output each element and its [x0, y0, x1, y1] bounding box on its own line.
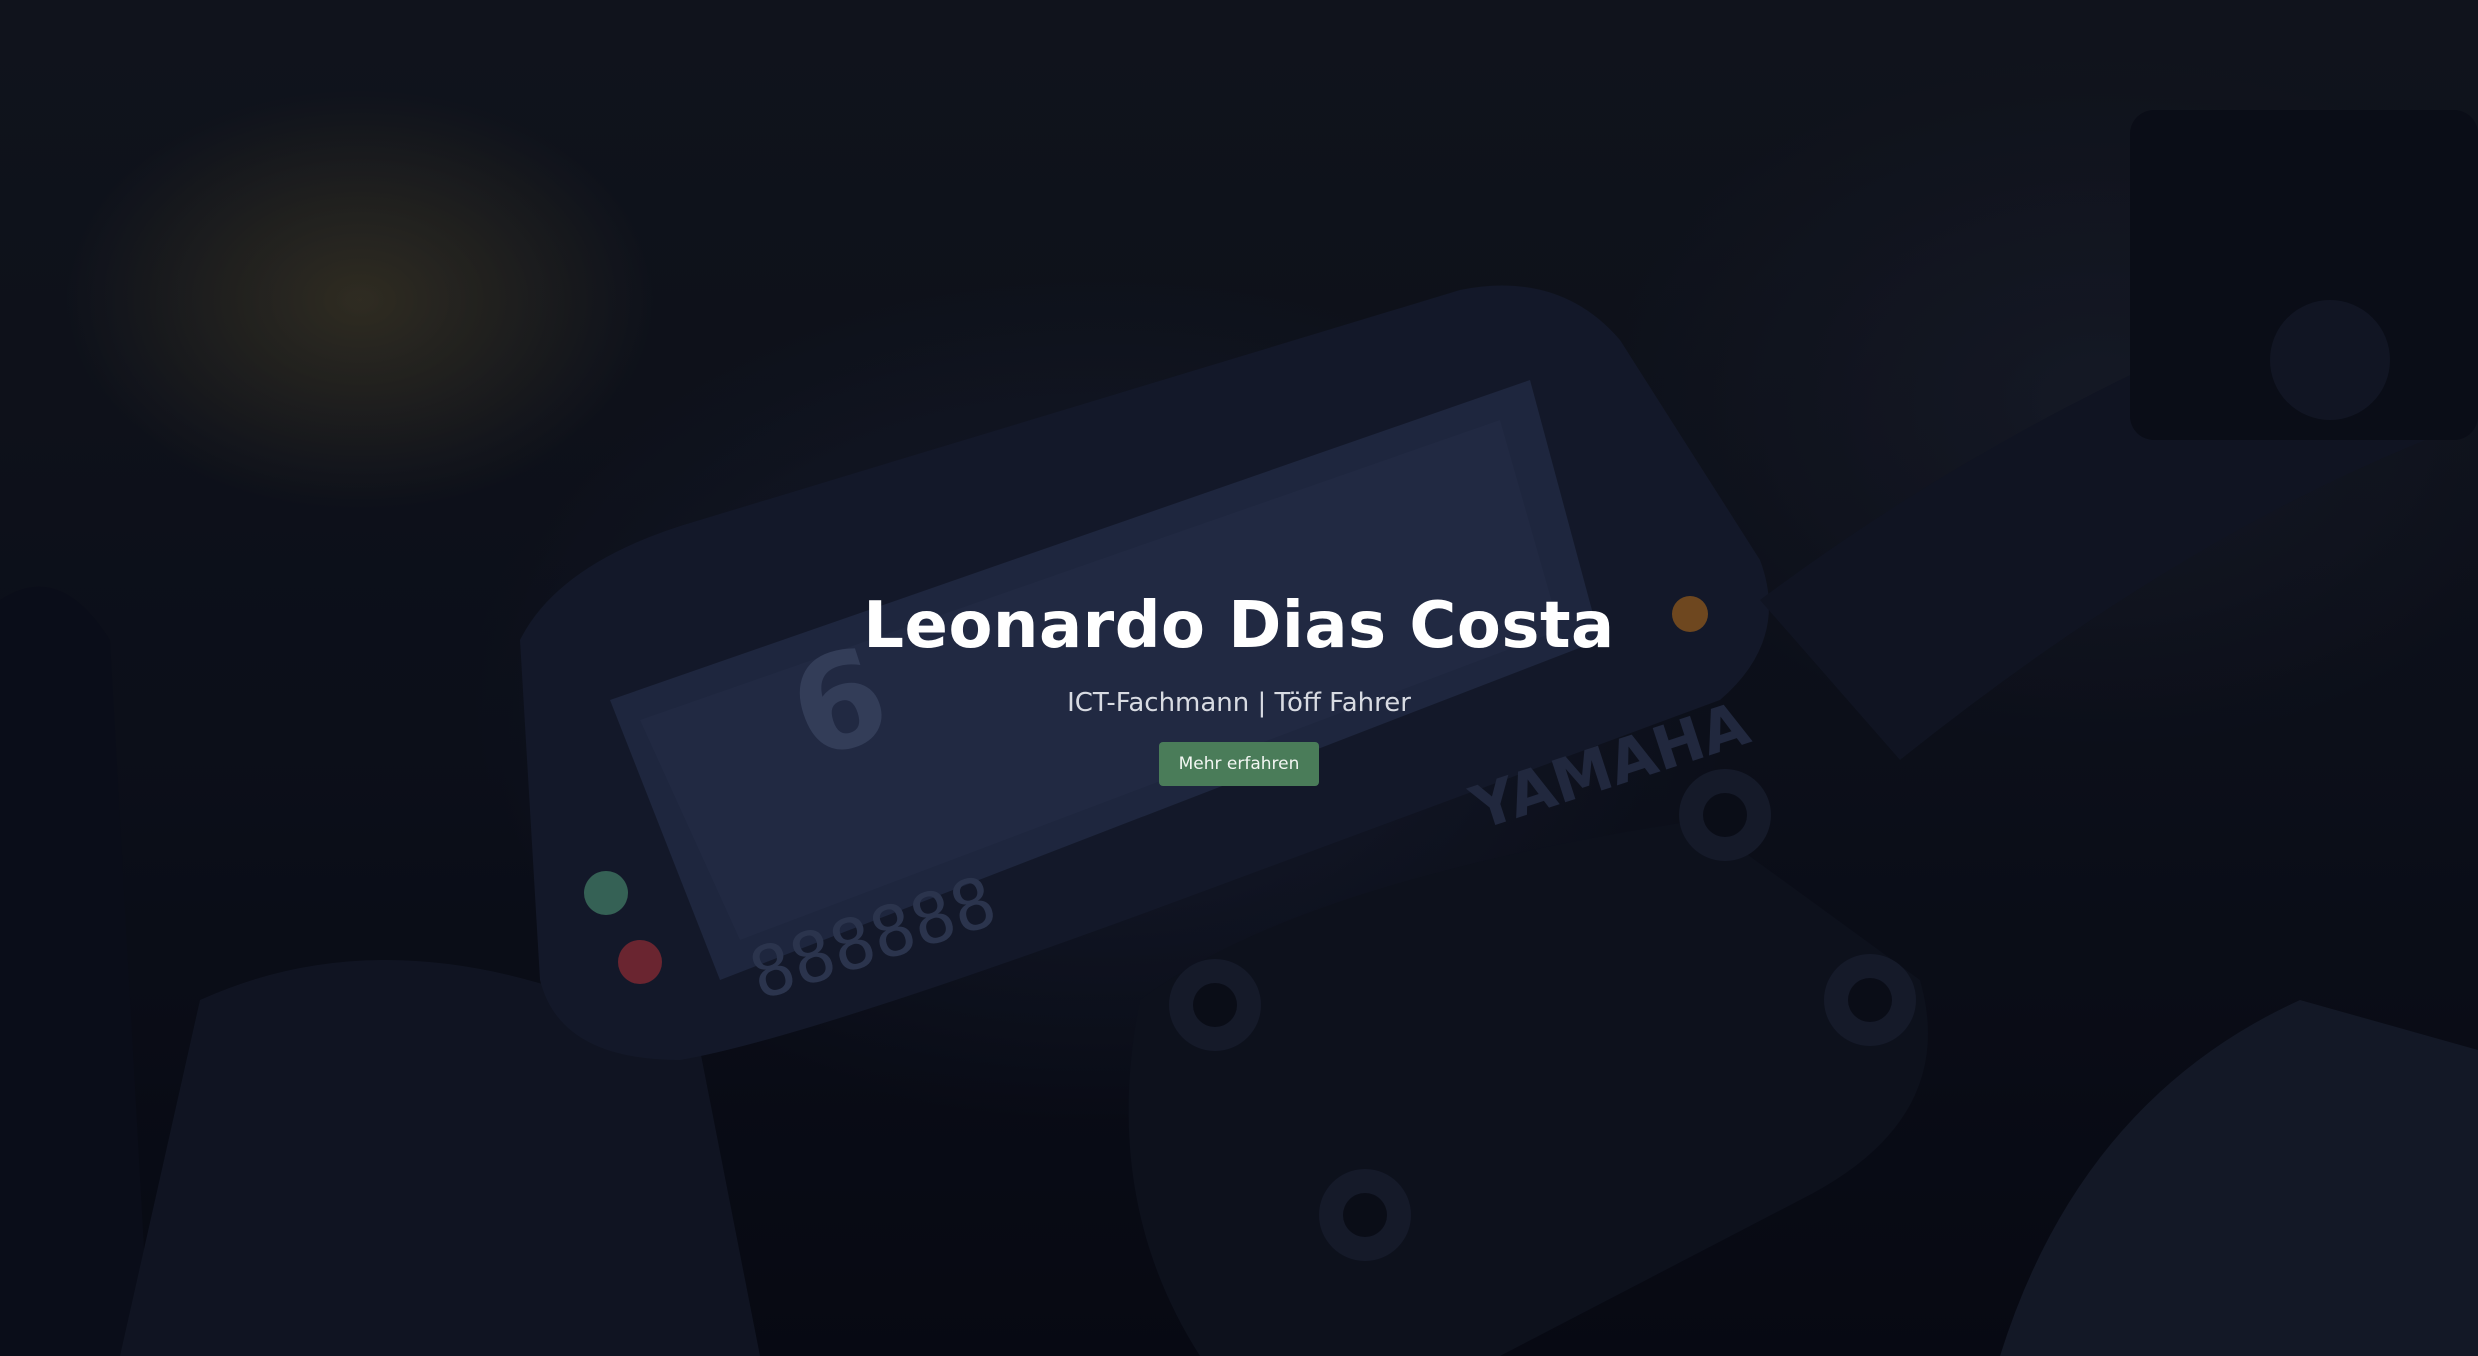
- learn-more-button[interactable]: Mehr erfahren: [1158, 742, 1320, 786]
- hero-title: Leonardo Dias Costa: [863, 589, 1615, 663]
- hero-section: 6 888888 YAMAHA Leonardo Dias Costa ICT-…: [0, 0, 2478, 1356]
- hero-subtitle: ICT-Fachmann | Töff Fahrer: [1067, 688, 1411, 718]
- hero-content: Leonardo Dias Costa ICT-Fachmann | Töff …: [0, 586, 2478, 786]
